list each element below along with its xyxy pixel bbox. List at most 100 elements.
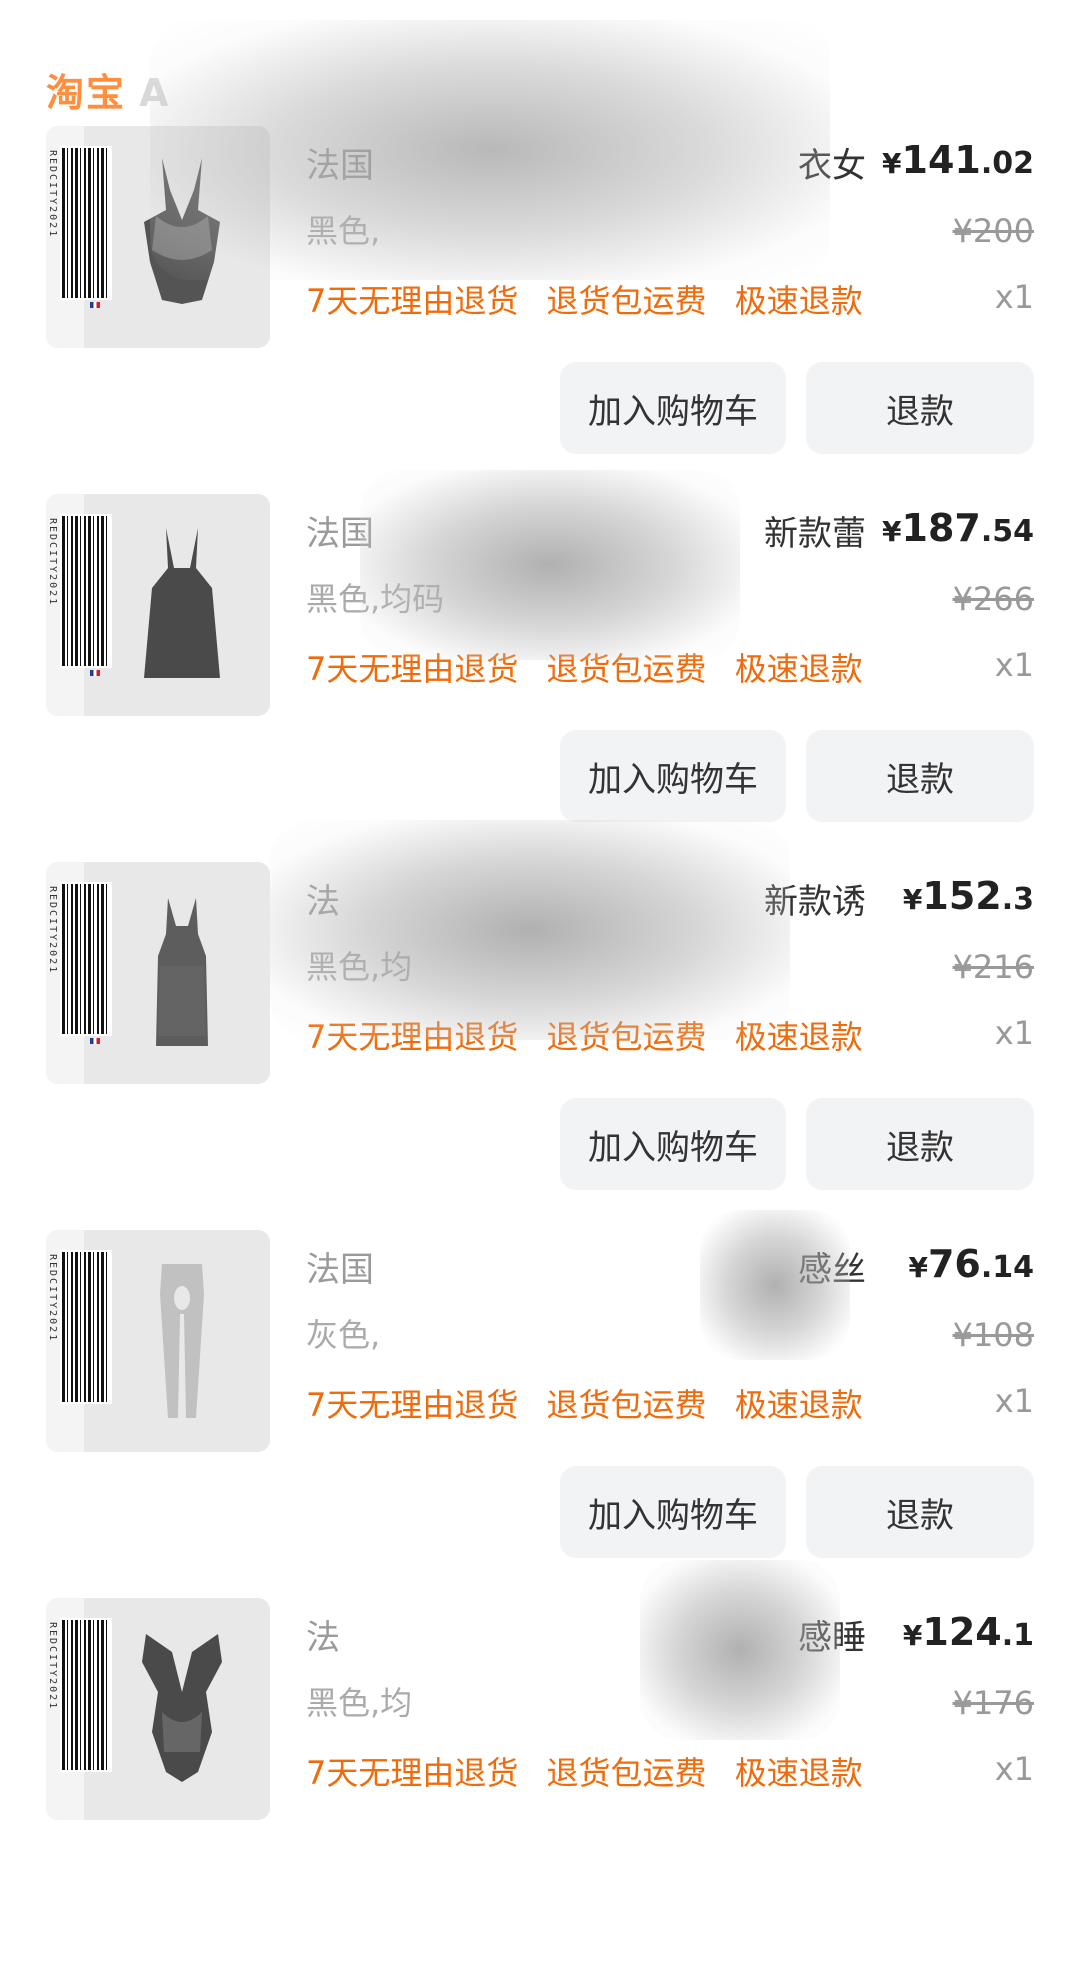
barcode-label: REDCITY2021 [47,1254,58,1343]
service-tag-return: 7天无理由退货 [306,650,519,688]
order-item: REDCITY2021 法国 感丝 灰色, 7天无理由退货 退货包运费 极速退款… [0,1230,1080,1598]
order-item: REDCITY2021 法 感睡 黑色,均 7天无理由退货 退货包运费 极速退款… [0,1598,1080,1966]
bodysuit-image [144,158,220,304]
barcode-label: REDCITY2021 [47,518,58,607]
add-to-cart-button[interactable]: 加入购物车 [560,1098,786,1190]
price-integer: 124 [922,1610,1002,1654]
store-name: A [139,71,169,115]
current-price: ¥141.02 [882,138,1034,182]
current-price: ¥124.1 [903,1610,1034,1654]
flag-tag [90,1038,100,1044]
service-tag-refund: 极速退款 [734,1754,863,1792]
product-thumbnail[interactable]: REDCITY2021 [46,1230,270,1452]
product-thumbnail[interactable]: REDCITY2021 [46,1598,270,1820]
taobao-logo: 淘宝 [46,71,127,115]
product-title[interactable]: 法 新款诱 [306,874,866,926]
add-to-cart-button[interactable]: 加入购物车 [560,1466,786,1558]
service-tags: 7天无理由退货 退货包运费 极速退款 [306,1380,881,1426]
product-variant: 黑色, [306,212,381,250]
flag-tag [90,670,100,676]
currency-symbol: ¥ [902,883,923,916]
add-to-cart-button[interactable]: 加入购物车 [560,730,786,822]
title-tail-text: 新款诱 [764,882,866,922]
product-variant: 灰色, [306,1316,381,1354]
price-cents: .02 [980,146,1034,181]
barcode-label: REDCITY2021 [47,150,58,239]
price-integer: 187 [901,506,981,550]
original-price: ¥216 [952,948,1034,986]
price-integer: 76 [927,1242,981,1286]
original-price: ¥200 [952,212,1034,250]
title-text: 法国 [306,514,374,554]
service-tag-shipping: 退货包运费 [546,1754,707,1792]
current-price: ¥152.3 [903,874,1034,918]
service-tag-shipping: 退货包运费 [546,1386,707,1424]
title-tail-text: 衣女 [798,146,866,186]
product-title[interactable]: 法国 感丝 [306,1242,866,1294]
price-cents: .3 [1001,882,1034,917]
order-item: REDCITY2021 法国 衣女 黑色, 7天无理由退货 退货包运费 极速退款… [0,126,1080,494]
refund-button[interactable]: 退款 [806,730,1034,822]
product-thumbnail[interactable]: REDCITY2021 [46,126,270,348]
quantity: x1 [994,1750,1034,1788]
stockings-image [160,1264,204,1418]
service-tag-refund: 极速退款 [734,282,863,320]
product-title[interactable]: 法国 衣女 [306,138,866,190]
price-cents: .54 [980,514,1034,549]
quantity: x1 [994,1382,1034,1420]
product-thumbnail[interactable]: REDCITY2021 [46,862,270,1084]
service-tag-return: 7天无理由退货 [306,1018,519,1056]
product-thumbnail[interactable]: REDCITY2021 [46,494,270,716]
original-price: ¥108 [952,1316,1034,1354]
service-tag-shipping: 退货包运费 [546,282,707,320]
refund-button[interactable]: 退款 [806,1466,1034,1558]
product-title[interactable]: 法国 新款蕾 [306,506,866,558]
add-to-cart-button[interactable]: 加入购物车 [560,362,786,454]
service-tag-refund: 极速退款 [734,650,863,688]
store-header[interactable]: 淘宝 A [46,62,169,122]
service-tag-shipping: 退货包运费 [546,650,707,688]
order-item: REDCITY2021 法 新款诱 黑色,均 7天无理由退货 退货包运费 极速退… [0,862,1080,1230]
price-integer: 152 [922,874,1002,918]
original-price: ¥176 [952,1684,1034,1722]
service-tags: 7天无理由退货 退货包运费 极速退款 [306,276,881,322]
service-tags: 7天无理由退货 退货包运费 极速退款 [306,644,881,690]
price-cents: .1 [1001,1618,1034,1653]
refund-button[interactable]: 退款 [806,1098,1034,1190]
service-tag-return: 7天无理由退货 [306,1386,519,1424]
order-item: REDCITY2021 法国 新款蕾 黑色,均码 7天无理由退货 退货包运费 极… [0,494,1080,862]
service-tag-refund: 极速退款 [734,1018,863,1056]
title-tail-text: 新款蕾 [764,514,866,554]
barcode-image [60,514,112,668]
title-text: 法 [306,1618,340,1658]
barcode-label: REDCITY2021 [47,1622,58,1711]
product-variant: 黑色,均 [306,1684,413,1722]
price-integer: 141 [901,138,981,182]
title-text: 法国 [306,1250,374,1290]
product-variant: 黑色,均码 [306,580,445,618]
currency-symbol: ¥ [902,1619,923,1652]
currency-symbol: ¥ [882,147,902,180]
barcode-image [60,882,112,1036]
title-tail-text: 感睡 [798,1618,866,1658]
quantity: x1 [994,278,1034,316]
service-tag-shipping: 退货包运费 [546,1018,707,1056]
title-tail-text: 感丝 [798,1250,866,1290]
flag-tag [90,302,100,308]
lace-bodysuit-image [142,1634,222,1782]
barcode-label: REDCITY2021 [47,886,58,975]
refund-button[interactable]: 退款 [806,362,1034,454]
quantity: x1 [994,1014,1034,1052]
slip-dress-image [144,528,220,678]
title-text: 法 [306,882,340,922]
current-price: ¥187.54 [882,506,1034,550]
service-tag-return: 7天无理由退货 [306,282,519,320]
quantity: x1 [994,646,1034,684]
title-text: 法国 [306,146,374,186]
product-title[interactable]: 法 感睡 [306,1610,866,1662]
service-tag-refund: 极速退款 [734,1386,863,1424]
currency-symbol: ¥ [908,1251,928,1284]
barcode-image [60,146,112,300]
currency-symbol: ¥ [882,515,902,548]
barcode-image [60,1618,112,1772]
